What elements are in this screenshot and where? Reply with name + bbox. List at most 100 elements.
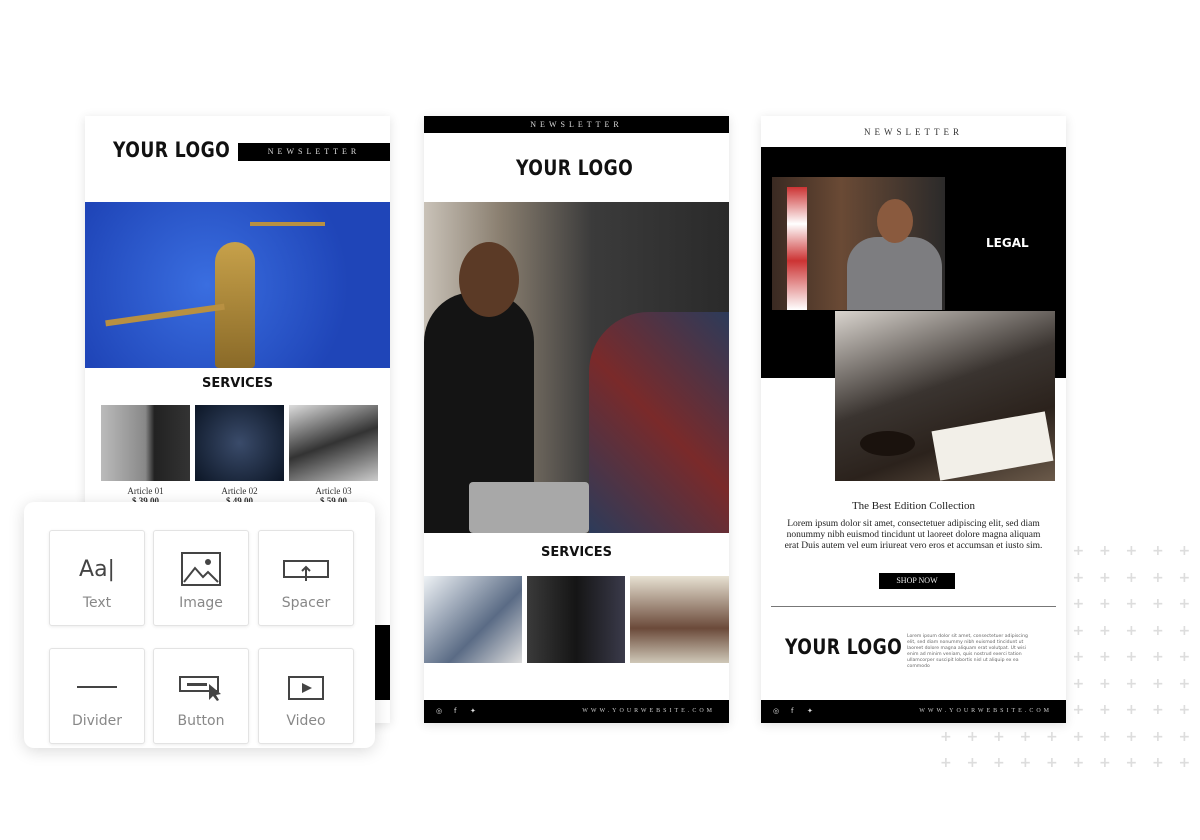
plus-decoration: +	[1152, 755, 1164, 771]
plus-decoration: +	[1072, 728, 1085, 745]
block-image[interactable]: Image	[153, 530, 249, 626]
plus-decoration: +	[1152, 622, 1164, 639]
plus-decoration: +	[940, 755, 952, 771]
block-video[interactable]: Video	[258, 648, 354, 744]
plus-decoration: +	[1125, 569, 1138, 586]
plus-decoration: +	[966, 728, 979, 745]
spacer-icon	[259, 551, 353, 587]
legal-label: LEGAL	[986, 236, 1029, 250]
plus-decoration: +	[1099, 622, 1111, 639]
plus-decoration: +	[1178, 755, 1191, 771]
footer: ◎ f ✦ WWW.YOURWEBSITE.COM	[761, 700, 1066, 723]
plus-decoration: +	[1152, 596, 1164, 612]
plus-decoration: +	[1152, 675, 1164, 692]
block-label: Image	[179, 595, 223, 611]
block-button[interactable]: Button	[153, 648, 249, 744]
plus-decoration: +	[1178, 675, 1191, 692]
facebook-icon[interactable]: f	[454, 707, 459, 715]
block-label: Video	[286, 713, 326, 729]
block-text[interactable]: Aa| Text	[49, 530, 145, 626]
handshake-gavel-image	[835, 311, 1055, 481]
plus-decoration: +	[1178, 596, 1191, 612]
block-label: Button	[177, 713, 225, 729]
body-text: Lorem ipsum dolor sit amet, consectetuer…	[784, 519, 1043, 551]
instagram-icon[interactable]: ◎	[773, 707, 782, 715]
template-card-2[interactable]: NEWSLETTER YOUR LOGO SERVICES ◎ f ✦ WWW.…	[424, 116, 729, 723]
plus-decoration: +	[1099, 543, 1111, 559]
image-icon	[154, 551, 248, 587]
article-title: Article 02	[221, 486, 258, 496]
plus-decoration: +	[1072, 702, 1085, 718]
service-image-3	[630, 576, 729, 663]
plus-decoration: +	[1072, 755, 1085, 771]
logo: YOUR LOGO	[113, 138, 231, 162]
plus-decoration: +	[1178, 622, 1191, 639]
lawyer-portrait-image	[772, 177, 945, 310]
plus-decoration: +	[1072, 649, 1085, 665]
article-image-1	[101, 405, 190, 481]
article-image-3	[289, 405, 378, 481]
plus-decoration: +	[1099, 596, 1111, 612]
plus-decoration: +	[1046, 728, 1058, 745]
service-image-2	[527, 576, 625, 663]
plus-decoration: +	[1099, 569, 1111, 586]
plus-decoration: +	[1178, 569, 1191, 586]
article-title: Article 01	[127, 486, 164, 496]
template-card-3[interactable]: NEWSLETTER LEGAL The Best Edition Collec…	[761, 116, 1066, 723]
video-icon	[259, 669, 353, 705]
block-label: Text	[82, 595, 112, 611]
plus-decoration: +	[1125, 675, 1138, 692]
footer-blurb: Lorem ipsum dolor sit amet, consectetuer…	[907, 634, 1028, 669]
plus-decoration: +	[1125, 728, 1138, 745]
plus-decoration: +	[1178, 702, 1191, 718]
logo: YOUR LOGO	[785, 635, 903, 659]
services-title: SERVICES	[202, 376, 273, 391]
block-divider[interactable]: Divider	[49, 648, 145, 744]
article-title: Article 03	[315, 486, 352, 496]
plus-decoration: +	[1099, 755, 1111, 771]
hero-image-justice-statue	[85, 202, 390, 368]
divider	[771, 606, 1056, 607]
facebook-icon[interactable]: f	[791, 707, 796, 715]
footer: ◎ f ✦ WWW.YOURWEBSITE.COM	[424, 700, 729, 723]
plus-decoration: +	[1019, 755, 1032, 771]
block-label: Spacer	[281, 595, 331, 611]
plus-decoration: +	[1099, 649, 1111, 665]
plus-decoration: +	[1178, 728, 1191, 745]
services-title: SERVICES	[541, 545, 612, 560]
hero-image-handshake	[424, 202, 729, 533]
twitter-icon[interactable]: ✦	[807, 707, 816, 715]
plus-decoration: +	[1125, 649, 1138, 665]
plus-decoration: +	[1125, 543, 1138, 559]
block-label: Divider	[71, 713, 123, 729]
website-link[interactable]: WWW.YOURWEBSITE.COM	[919, 708, 1052, 714]
plus-decoration: +	[993, 755, 1005, 771]
plus-decoration: +	[1099, 702, 1111, 718]
plus-decoration: +	[1152, 728, 1164, 745]
twitter-icon[interactable]: ✦	[470, 707, 479, 715]
divider-icon	[50, 669, 144, 705]
plus-decoration: +	[1099, 728, 1111, 745]
plus-decoration: +	[940, 728, 952, 745]
instagram-icon[interactable]: ◎	[436, 707, 445, 715]
text-icon: Aa|	[79, 556, 115, 582]
logo: YOUR LOGO	[516, 156, 634, 180]
plus-decoration: +	[1125, 755, 1138, 771]
website-link[interactable]: WWW.YOURWEBSITE.COM	[582, 708, 715, 714]
plus-decoration: +	[1152, 543, 1164, 559]
plus-decoration: +	[1152, 569, 1164, 586]
content-blocks-panel: Aa| Text Image Spacer Divider Button Vid…	[24, 502, 375, 748]
plus-decoration: +	[966, 755, 979, 771]
shop-now-button[interactable]: SHOP NOW	[879, 573, 955, 589]
plus-decoration: +	[1072, 543, 1085, 559]
plus-decoration: +	[1125, 622, 1138, 639]
newsletter-banner: NEWSLETTER	[424, 116, 729, 133]
button-icon	[154, 669, 248, 705]
article-image-2	[195, 405, 284, 481]
newsletter-heading: NEWSLETTER	[864, 127, 963, 137]
plus-decoration: +	[1178, 649, 1191, 665]
plus-decoration: +	[993, 728, 1005, 745]
block-spacer[interactable]: Spacer	[258, 530, 354, 626]
newsletter-banner: NEWSLETTER	[238, 143, 390, 161]
service-image-1	[424, 576, 522, 663]
